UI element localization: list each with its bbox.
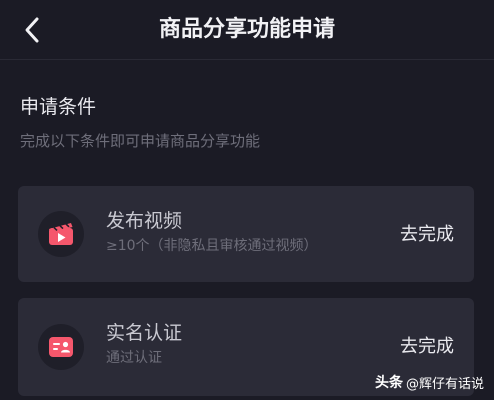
video-clapper-icon — [38, 211, 84, 257]
top-bar: 商品分享功能申请 — [0, 0, 494, 60]
page-title: 商品分享功能申请 — [158, 17, 335, 42]
complete-button[interactable]: 去完成 — [400, 334, 454, 360]
condition-title: 发布视频 — [106, 210, 183, 232]
section-subtitle: 完成以下条件即可申请商品分享功能 — [20, 132, 261, 150]
condition-card-publish-video: 发布视频 ≥10个（非隐私且审核通过视频） 去完成 — [18, 186, 474, 282]
id-card-icon — [38, 324, 84, 370]
watermark-brand: 头条 — [374, 375, 403, 391]
complete-button[interactable]: 去完成 — [400, 222, 454, 248]
condition-description: 通过认证 — [106, 350, 162, 366]
condition-description: ≥10个（非隐私且审核通过视频） — [106, 238, 318, 254]
condition-title: 实名认证 — [106, 322, 183, 344]
watermark: 头条 @辉仔有话说 — [375, 372, 484, 392]
watermark-handle: @辉仔有话说 — [405, 376, 484, 392]
section-title: 申请条件 — [20, 96, 97, 118]
